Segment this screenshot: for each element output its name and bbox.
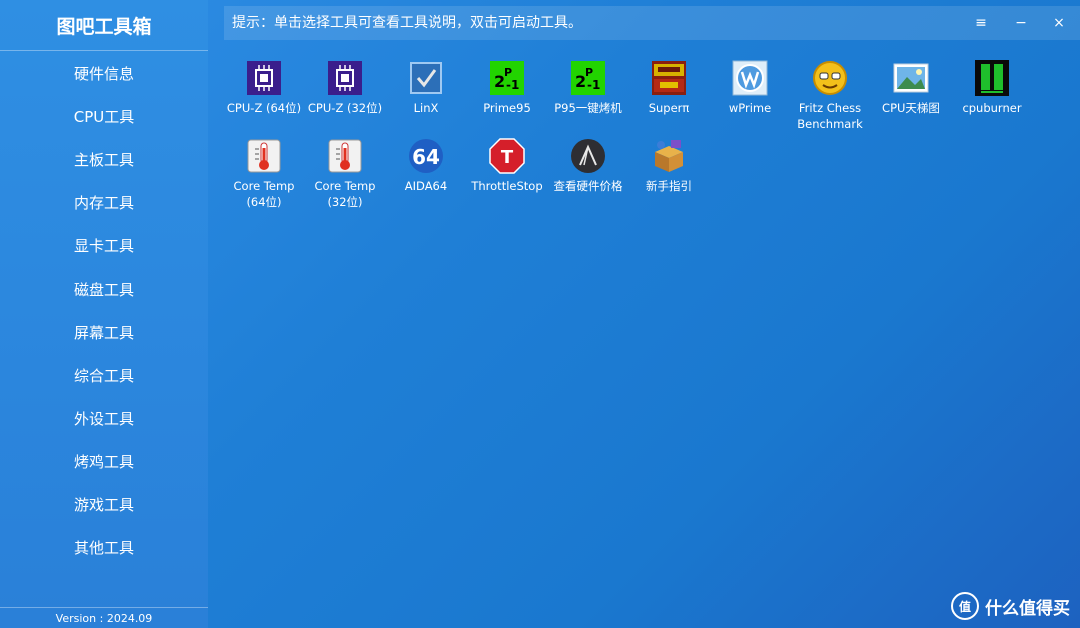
sidebar-item-general-tools[interactable]: 综合工具 [0, 354, 208, 397]
sidebar-item-peripheral-tools[interactable]: 外设工具 [0, 397, 208, 440]
hint-text: 提示：单击选择工具可查看工具说明，双击可启动工具。 [232, 15, 582, 31]
sidebar-item-stress-tools[interactable]: 烤鸡工具 [0, 440, 208, 483]
tool-label: Core Temp (64位) [233, 179, 295, 209]
tool-p95-stress[interactable]: 2 P -1 P95一键烤机 [548, 56, 628, 116]
tool-label: LinX [413, 101, 439, 115]
wprime-icon [732, 60, 768, 96]
version-label: Version : 2024.09 [0, 607, 208, 628]
sidebar-item-game-tools[interactable]: 游戏工具 [0, 483, 208, 526]
price-icon [570, 138, 606, 174]
sidebar-item-motherboard-tools[interactable]: 主板工具 [0, 138, 208, 181]
superpi-icon [651, 60, 687, 96]
tool-cpuburner[interactable]: cpuburner [952, 56, 1032, 116]
sidebar-item-gpu-tools[interactable]: 显卡工具 [0, 224, 208, 267]
tool-beginner-guide[interactable]: 新手指引 [629, 134, 709, 194]
cpuz-icon [246, 60, 282, 96]
sidebar-item-hardware-info[interactable]: 硬件信息 [0, 52, 208, 95]
cpuburner-icon [974, 60, 1010, 96]
tool-coretemp-32[interactable]: Core Temp (32位) [305, 134, 385, 210]
tool-label: Prime95 [483, 101, 531, 115]
tool-linx[interactable]: LinX [386, 56, 466, 116]
guide-icon [651, 138, 687, 174]
fritz-icon [812, 60, 848, 96]
thermometer-icon [327, 138, 363, 174]
tool-coretemp-64[interactable]: Core Temp (64位) [224, 134, 304, 210]
hint-bar: 提示：单击选择工具可查看工具说明，双击可启动工具。 ≡ − × [224, 6, 1080, 40]
svg-text:-1: -1 [587, 78, 600, 92]
app-title: 图吧工具箱 [0, 0, 208, 51]
svg-text:-1: -1 [506, 78, 519, 92]
thermometer-icon [246, 138, 282, 174]
picture-icon [893, 60, 929, 96]
tool-label: AIDA64 [404, 179, 448, 193]
tool-label: cpuburner [962, 101, 1022, 115]
tool-label: ThrottleStop [471, 179, 543, 193]
tool-fritz-chess[interactable]: Fritz Chess Benchmark [790, 56, 870, 132]
sidebar-item-cpu-tools[interactable]: CPU工具 [0, 95, 208, 138]
prime95-icon: 2 P -1 [570, 60, 606, 96]
tool-hardware-price[interactable]: 查看硬件价格 [548, 134, 628, 194]
cpuz-icon [327, 60, 363, 96]
close-icon[interactable]: × [1044, 6, 1074, 40]
tool-label: 新手指引 [646, 179, 692, 193]
tool-cpuz-64[interactable]: CPU-Z (64位) [224, 56, 304, 116]
tool-superpi[interactable]: Superπ [629, 56, 709, 116]
tool-label: Fritz Chess Benchmark [797, 101, 863, 131]
tool-label: CPU-Z (64位) [226, 101, 302, 115]
aida64-icon: 64 [408, 138, 444, 174]
sidebar-item-screen-tools[interactable]: 屏幕工具 [0, 311, 208, 354]
tool-label: wPrime [728, 101, 772, 115]
tool-cpuz-32[interactable]: CPU-Z (32位) [305, 56, 385, 116]
watermark-text: 什么值得买 [985, 598, 1070, 619]
prime95-icon: 2 P -1 [489, 60, 525, 96]
sidebar: 图吧工具箱 硬件信息 CPU工具 主板工具 内存工具 显卡工具 磁盘工具 屏幕工… [0, 0, 208, 628]
throttlestop-glyph: T [501, 147, 514, 168]
tool-label: Superπ [648, 101, 690, 115]
tool-aida64[interactable]: 64 AIDA64 [386, 134, 466, 194]
linx-icon [408, 60, 444, 96]
sidebar-item-other-tools[interactable]: 其他工具 [0, 526, 208, 569]
tool-label: CPU天梯图 [882, 101, 940, 115]
tool-label: 查看硬件价格 [553, 179, 623, 193]
tool-label: P95一键烤机 [554, 101, 622, 115]
menu-icon[interactable]: ≡ [966, 6, 996, 40]
tool-cpu-ladder[interactable]: CPU天梯图 [871, 56, 951, 116]
sidebar-nav: 硬件信息 CPU工具 主板工具 内存工具 显卡工具 磁盘工具 屏幕工具 综合工具… [0, 52, 208, 569]
tool-wprime[interactable]: wPrime [710, 56, 790, 116]
minimize-icon[interactable]: − [1006, 6, 1036, 40]
throttlestop-icon: T [489, 138, 525, 174]
tool-prime95[interactable]: 2 P -1 Prime95 [467, 56, 547, 116]
tool-label: Core Temp (32位) [314, 179, 376, 209]
tool-throttlestop[interactable]: T ThrottleStop [467, 134, 547, 194]
sidebar-item-disk-tools[interactable]: 磁盘工具 [0, 267, 208, 310]
watermark: 值 什么值得买 [951, 592, 1070, 620]
sidebar-item-memory-tools[interactable]: 内存工具 [0, 181, 208, 224]
tool-label: CPU-Z (32位) [307, 101, 383, 115]
aida64-glyph: 64 [412, 145, 440, 169]
watermark-logo: 值 [951, 592, 979, 620]
